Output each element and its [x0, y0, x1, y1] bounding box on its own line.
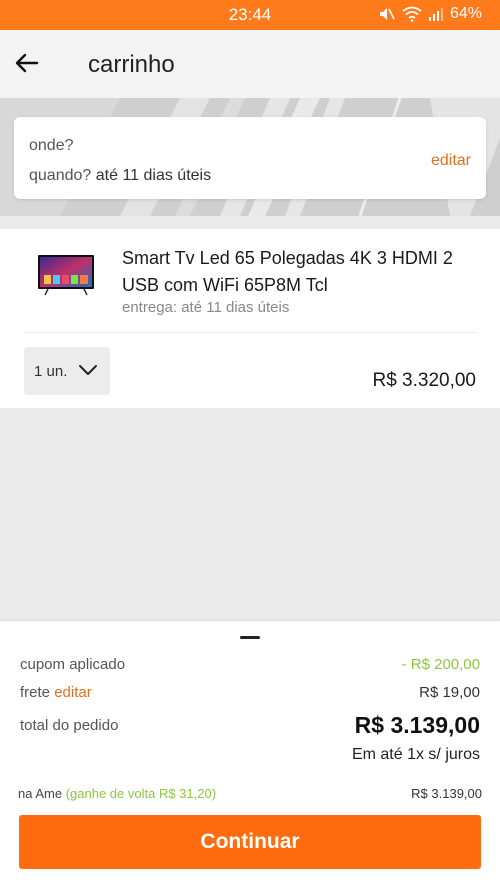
status-icons: 64%: [378, 5, 482, 23]
arrow-left-icon: [15, 53, 39, 78]
product-image[interactable]: [36, 251, 96, 301]
total-label: total do pedido: [20, 717, 119, 734]
delivery-where: onde?: [29, 137, 74, 155]
installments-info: Em até 1x s/ juros: [351, 746, 480, 763]
signal-icon: [428, 6, 444, 22]
delivery-when-label: quando?: [29, 167, 92, 184]
freight-value: R$ 19,00: [419, 684, 480, 701]
delivery-card: onde? quando? até 11 dias úteis editar: [14, 117, 486, 199]
freight-label-row: frete editar: [20, 684, 92, 701]
back-button[interactable]: [10, 48, 44, 82]
delivery-when: quando? até 11 dias úteis: [29, 167, 211, 185]
mute-icon: [378, 6, 396, 22]
page-title: carrinho: [88, 51, 175, 78]
edit-freight-link[interactable]: editar: [54, 684, 92, 701]
total-value: R$ 3.139,00: [354, 712, 480, 738]
delivery-when-value: até 11 dias úteis: [95, 167, 212, 184]
quantity-value: 1 un.: [34, 362, 68, 380]
coupon-label: cupom aplicado: [20, 656, 126, 673]
status-bar: 23:44 64%: [0, 0, 500, 30]
battery-percent: 64%: [449, 5, 482, 22]
cart-item: Smart Tv Led 65 Polegadas 4K 3 HDMI 2 US…: [0, 229, 500, 408]
edit-delivery-link[interactable]: editar: [431, 152, 471, 170]
quantity-select[interactable]: 1 un.: [24, 347, 110, 395]
order-summary: cupom aplicado - R$ 200,00 frete editar …: [0, 621, 500, 889]
product-title[interactable]: Smart Tv Led 65 Polegadas 4K 3 HDMI 2 US…: [122, 245, 482, 299]
sheet-handle[interactable]: [240, 636, 260, 639]
delivery-where-label: onde?: [29, 137, 74, 154]
ame-cashback: (ganhe de volta R$ 31,20): [65, 786, 217, 801]
ame-value: R$ 3.139,00: [411, 786, 482, 801]
item-price: R$ 3.320,00: [372, 370, 476, 391]
app-bar: carrinho: [0, 30, 500, 98]
item-divider: [24, 332, 476, 333]
product-delivery-estimate: entrega: até 11 dias úteis: [122, 299, 290, 316]
ame-payment-info: na Ame (ganhe de volta R$ 31,20): [18, 786, 216, 801]
ame-label: na Ame: [18, 786, 63, 801]
continue-button[interactable]: Continuar: [19, 815, 481, 869]
wifi-icon: [402, 6, 422, 22]
freight-label: frete: [20, 684, 51, 701]
coupon-value: - R$ 200,00: [401, 656, 480, 673]
